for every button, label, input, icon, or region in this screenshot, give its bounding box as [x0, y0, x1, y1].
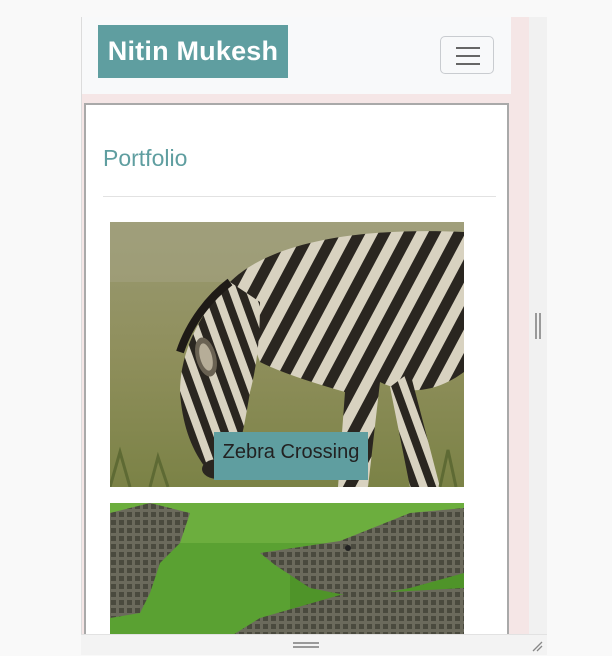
device-frame: Nitin Mukesh Portfolio Zebra Crossing — [81, 17, 547, 634]
portfolio-section: Portfolio Zebra Crossing — [84, 103, 509, 634]
resize-handle-side[interactable] — [535, 313, 541, 339]
crocodile-photo — [110, 503, 464, 634]
hamburger-icon — [456, 55, 480, 57]
portfolio-caption: Zebra Crossing — [214, 432, 368, 480]
hamburger-icon — [456, 63, 480, 65]
menu-toggle-button[interactable] — [440, 36, 494, 74]
navbar: Nitin Mukesh — [82, 17, 511, 94]
brand-link[interactable]: Nitin Mukesh — [98, 25, 288, 78]
resize-corner-icon[interactable] — [531, 640, 543, 652]
hamburger-icon — [456, 47, 480, 49]
device-bottom-bar — [81, 634, 547, 655]
portfolio-item-crocodile[interactable] — [110, 503, 464, 634]
divider — [103, 196, 496, 197]
resize-handle-bottom[interactable] — [293, 642, 319, 648]
portfolio-item-zebra[interactable]: Zebra Crossing — [110, 222, 464, 487]
page-title: Portfolio — [103, 145, 188, 171]
